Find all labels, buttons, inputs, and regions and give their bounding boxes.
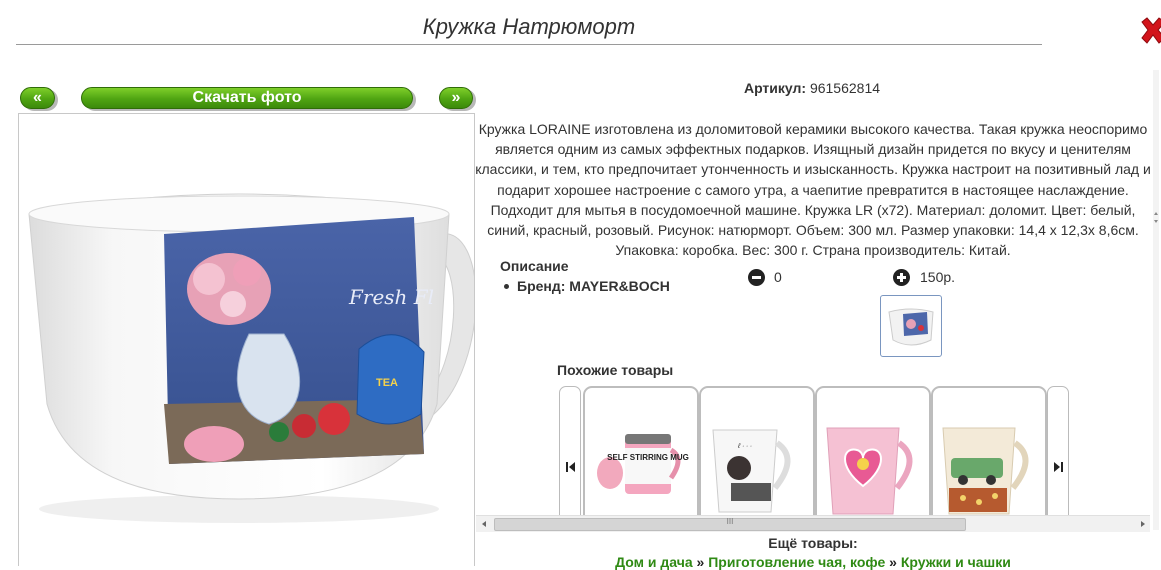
- carousel-prev-button[interactable]: [559, 386, 581, 528]
- close-icon[interactable]: [1138, 16, 1161, 46]
- quantity-value: 0: [774, 269, 782, 285]
- bullet-icon: [504, 283, 509, 289]
- crumb-mugs-cups[interactable]: Кружки и чашки: [901, 554, 1011, 570]
- page-title: Кружка Натрюморт: [422, 14, 636, 39]
- article-number: Артикул: 961562814: [474, 80, 1150, 96]
- mug-thumbnail-image: [888, 308, 934, 346]
- article-value: 961562814: [809, 80, 881, 96]
- next-photo-button[interactable]: »: [439, 87, 473, 109]
- scrollbar-thumb[interactable]: III: [494, 517, 966, 531]
- mug-print-tea: TEA: [376, 377, 398, 389]
- mug-image: Fresh Fl TEA: [28, 193, 474, 523]
- title-divider: [16, 44, 1042, 45]
- scroll-left-icon[interactable]: [479, 519, 489, 529]
- mug-print-text: Fresh Fl: [348, 285, 434, 309]
- product-image-mug-4: [942, 427, 1029, 515]
- download-photo-button[interactable]: Скачать фото: [81, 87, 413, 109]
- photo-thumbnail[interactable]: [880, 295, 942, 357]
- crumb-tea-coffee[interactable]: Приготовление чая, кофе: [708, 554, 885, 570]
- article-label: Артикул:: [743, 80, 807, 96]
- price: 150р.: [920, 269, 956, 285]
- category-breadcrumb: Дом и дача » Приготовление чая, кофе » К…: [476, 554, 1150, 570]
- similar-heading: Похожие товары: [557, 362, 674, 378]
- carousel-next-button[interactable]: [1047, 386, 1069, 528]
- similar-item-3[interactable]: [815, 386, 931, 530]
- scroll-right-icon[interactable]: [1138, 519, 1148, 529]
- crumb-separator: »: [889, 554, 897, 570]
- next-arrow-icon: [1054, 462, 1063, 472]
- vertical-scroll-track: [1153, 70, 1159, 530]
- product-image-mug-3: [826, 427, 913, 515]
- prev-photo-button[interactable]: «: [20, 87, 55, 109]
- specs-heading: Описание: [500, 258, 569, 274]
- product-image-self-stirring-mug: SELF STIRRING MUG: [597, 434, 689, 494]
- crumb-separator: »: [696, 554, 705, 570]
- more-products-heading: Ещё товары:: [768, 535, 858, 551]
- similar-item-1[interactable]: SELF STIRRING MUG: [583, 386, 699, 530]
- similar-item-4[interactable]: [931, 386, 1047, 530]
- brand-label: Бренд: MAYER&BOCH: [517, 278, 670, 294]
- card-1-text: SELF STIRRING MUG: [607, 453, 689, 462]
- prev-arrow-icon: [566, 462, 575, 472]
- minus-icon[interactable]: [748, 269, 765, 286]
- scrollbar-grip: III: [726, 517, 734, 526]
- vertical-scrollbar[interactable]: [1152, 70, 1160, 530]
- horizontal-scrollbar[interactable]: III: [476, 515, 1150, 532]
- product-description: Кружка LORAINE изготовлена из доломитово…: [475, 121, 1151, 259]
- svg-text:ℓ ∙ ∙ ∙: ℓ ∙ ∙ ∙: [737, 443, 752, 450]
- product-photo[interactable]: Fresh Fl TEA: [18, 113, 475, 566]
- brand-item: Бренд: MAYER&BOCH: [500, 278, 670, 294]
- crumb-home-garden[interactable]: Дом и дача: [615, 554, 693, 570]
- similar-item-2[interactable]: ℓ ∙ ∙ ∙: [699, 386, 815, 530]
- product-image-mug-2: ℓ ∙ ∙ ∙: [712, 429, 791, 513]
- plus-icon[interactable]: [893, 269, 910, 286]
